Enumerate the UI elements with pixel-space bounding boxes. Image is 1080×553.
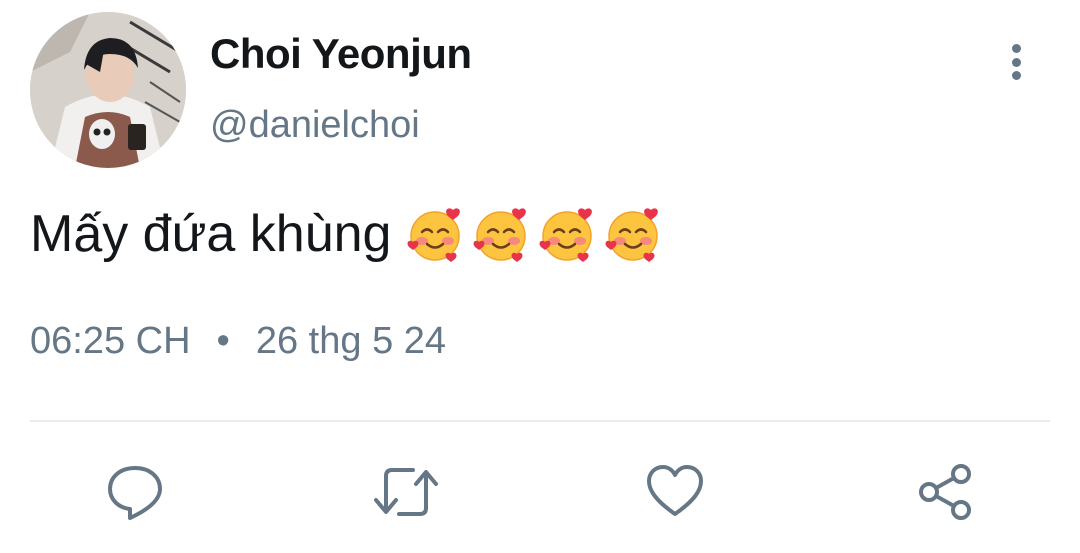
smiling-face-with-hearts-icon xyxy=(603,204,663,264)
tweet-time: 06:25 CH xyxy=(30,320,191,362)
share-button[interactable] xyxy=(915,462,975,522)
tweet-body: Mấy đứa khùng xyxy=(30,204,663,264)
reply-icon xyxy=(108,466,162,520)
reply-button[interactable] xyxy=(105,462,165,522)
display-name[interactable]: Choi Yeonjun xyxy=(210,30,472,78)
avatar[interactable] xyxy=(30,12,186,168)
more-dot xyxy=(1011,71,1021,80)
share-icon xyxy=(919,464,971,520)
smiling-face-with-hearts-icon xyxy=(405,204,465,264)
retweet-button[interactable] xyxy=(373,462,438,522)
avatar-photo xyxy=(30,12,186,168)
more-options-button[interactable] xyxy=(996,38,1036,86)
more-dot xyxy=(1011,57,1021,67)
like-button[interactable] xyxy=(645,462,705,522)
tweet-text: Mấy đứa khùng xyxy=(30,205,392,263)
like-icon xyxy=(647,465,703,516)
divider xyxy=(30,420,1050,422)
tweet-date[interactable]: 26 thg 5 24 xyxy=(256,320,446,362)
retweet-icon xyxy=(374,468,438,516)
smiling-face-with-hearts-icon xyxy=(537,204,597,264)
meta-separator: • xyxy=(216,320,230,362)
user-handle[interactable]: @danielchoi xyxy=(210,104,420,147)
tweet-meta: 06:25 CH • 26 thg 5 24 xyxy=(30,320,446,363)
more-dot xyxy=(1011,44,1021,53)
emoji-row xyxy=(405,204,663,264)
tweet-card: Choi Yeonjun @danielchoi Mấy đứa khùng 0… xyxy=(0,0,1080,553)
smiling-face-with-hearts-icon xyxy=(471,204,531,264)
